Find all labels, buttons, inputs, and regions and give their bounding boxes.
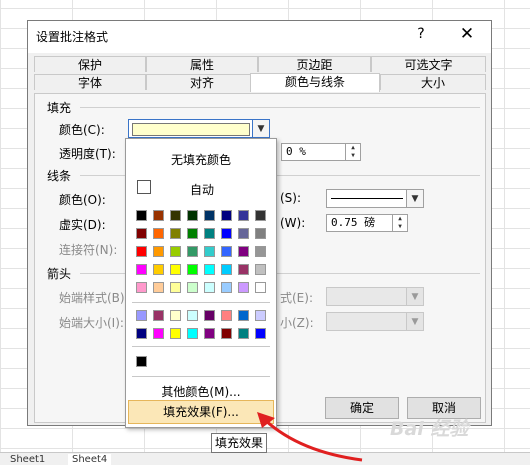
arrow-shaft [263,418,363,462]
watermark: Bai 经验 [390,418,469,440]
annotation-arrow [257,412,363,462]
